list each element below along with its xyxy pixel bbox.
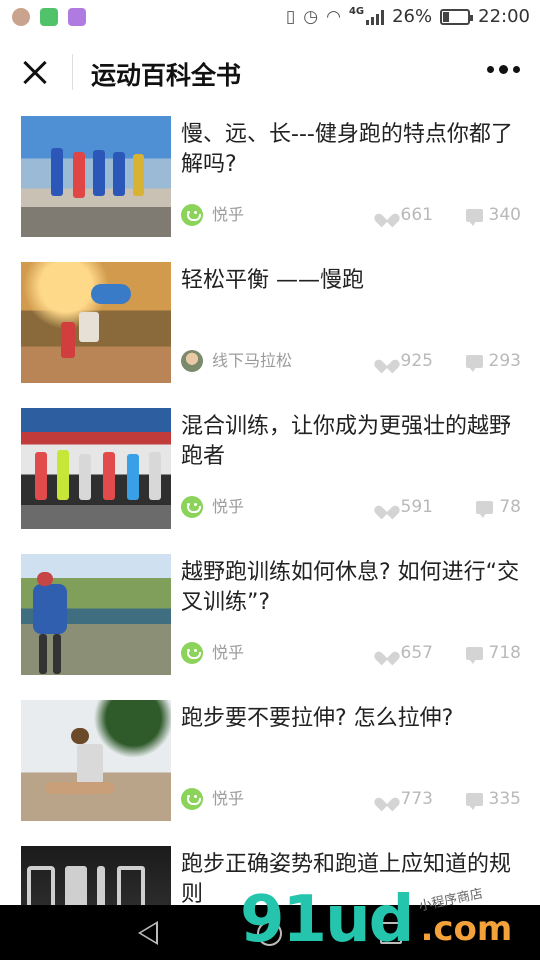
comment-count: 293 xyxy=(465,350,521,372)
author-avatar xyxy=(181,642,203,664)
article-title: 慢、远、长---健身跑的特点你都了解吗? xyxy=(181,122,513,177)
heart-icon xyxy=(379,792,395,806)
like-count: 925 xyxy=(379,350,433,372)
comment-icon xyxy=(465,646,483,664)
comment-count: 718 xyxy=(465,642,521,664)
article-item[interactable]: 轻松平衡 ——慢跑 线下马拉松 925 293 xyxy=(0,256,540,402)
comment-count-value: 78 xyxy=(499,497,521,517)
article-thumbnail xyxy=(21,554,171,675)
vibrate-icon: ▯ xyxy=(285,6,296,27)
like-count-value: 657 xyxy=(400,643,433,663)
author-name: 悦乎 xyxy=(212,789,245,808)
article-thumbnail xyxy=(21,116,171,237)
article-meta: 悦乎 661 340 xyxy=(181,204,521,228)
author-name: 线下马拉松 xyxy=(212,351,293,370)
article-title: 跑步要不要拉伸? 怎么拉伸? xyxy=(181,706,454,731)
article-meta: 悦乎 591 78 xyxy=(181,496,521,520)
heart-icon xyxy=(379,354,395,368)
notification-icons xyxy=(12,8,86,26)
comment-icon xyxy=(465,354,483,372)
article-item[interactable]: 跑步要不要拉伸? 怎么拉伸? 悦乎 773 335 xyxy=(0,694,540,840)
network-type: 4G xyxy=(348,6,365,17)
battery-percent: 26% xyxy=(392,6,433,27)
heart-icon xyxy=(379,646,395,660)
like-count: 661 xyxy=(379,204,433,226)
status-bar: ▯ ◷ ◠ 4G 26% 22:00 xyxy=(0,0,540,36)
battery-level xyxy=(443,11,450,22)
article-thumbnail xyxy=(21,408,171,529)
system-status: ▯ ◷ ◠ 4G 26% 22:00 xyxy=(286,6,530,27)
comment-icon xyxy=(476,500,494,518)
like-count: 657 xyxy=(379,642,433,664)
article-title: 越野跑训练如何休息? 如何进行“交叉训练”? xyxy=(181,560,520,615)
article-meta: 悦乎 657 718 xyxy=(181,642,521,666)
comment-count-value: 340 xyxy=(488,205,521,225)
heart-icon xyxy=(379,208,395,222)
comment-icon xyxy=(465,208,483,226)
comment-icon xyxy=(465,792,483,810)
comment-count: 340 xyxy=(465,204,521,226)
article-thumbnail xyxy=(21,262,171,383)
article-title: 混合训练，让你成为更强壮的越野跑者 xyxy=(181,414,512,469)
comment-count-value: 293 xyxy=(488,351,521,371)
comment-count-value: 718 xyxy=(488,643,521,663)
comment-count: 335 xyxy=(465,788,521,810)
divider xyxy=(72,54,73,90)
author-avatar xyxy=(181,788,203,810)
article-thumbnail xyxy=(21,700,171,821)
battery-icon xyxy=(440,8,474,25)
gallery-notification-icon xyxy=(68,8,86,26)
like-count-value: 773 xyxy=(400,789,433,809)
author-name: 悦乎 xyxy=(212,205,245,224)
wifi-icon: ◠ xyxy=(326,6,341,27)
watermark: 91ud .com 小程序商店 xyxy=(240,885,512,955)
page-title: 运动百科全书 xyxy=(91,61,242,90)
watermark-number: 91ud xyxy=(240,883,414,957)
alarm-icon: ◷ xyxy=(303,6,319,27)
app-notification-icon xyxy=(12,8,30,26)
title-bar: 运动百科全书 xyxy=(0,36,540,110)
article-item[interactable]: 慢、远、长---健身跑的特点你都了解吗? 悦乎 661 340 xyxy=(0,110,540,256)
signal-icon xyxy=(366,9,385,25)
comment-count: 78 xyxy=(476,496,521,518)
author-name: 悦乎 xyxy=(212,497,245,516)
heart-icon xyxy=(379,500,395,514)
author-avatar xyxy=(181,350,203,372)
like-count-value: 591 xyxy=(400,497,433,517)
article-meta: 悦乎 773 335 xyxy=(181,788,521,812)
back-icon[interactable] xyxy=(138,921,158,945)
author-avatar xyxy=(181,496,203,518)
article-title: 轻松平衡 ——慢跑 xyxy=(181,268,364,293)
author-name: 悦乎 xyxy=(212,643,245,662)
article-item[interactable]: 越野跑训练如何休息? 如何进行“交叉训练”? 悦乎 657 718 xyxy=(0,548,540,694)
close-icon[interactable] xyxy=(18,56,52,90)
like-count: 591 xyxy=(379,496,433,518)
like-count-value: 925 xyxy=(400,351,433,371)
like-count: 773 xyxy=(379,788,433,810)
author-avatar xyxy=(181,204,203,226)
like-count-value: 661 xyxy=(400,205,433,225)
article-meta: 线下马拉松 925 293 xyxy=(181,350,521,374)
app-grid-notification-icon xyxy=(40,8,58,26)
article-item[interactable]: 混合训练，让你成为更强壮的越野跑者 悦乎 591 78 xyxy=(0,402,540,548)
more-options-icon[interactable] xyxy=(487,65,520,74)
comment-count-value: 335 xyxy=(488,789,521,809)
clock: 22:00 xyxy=(478,6,530,27)
